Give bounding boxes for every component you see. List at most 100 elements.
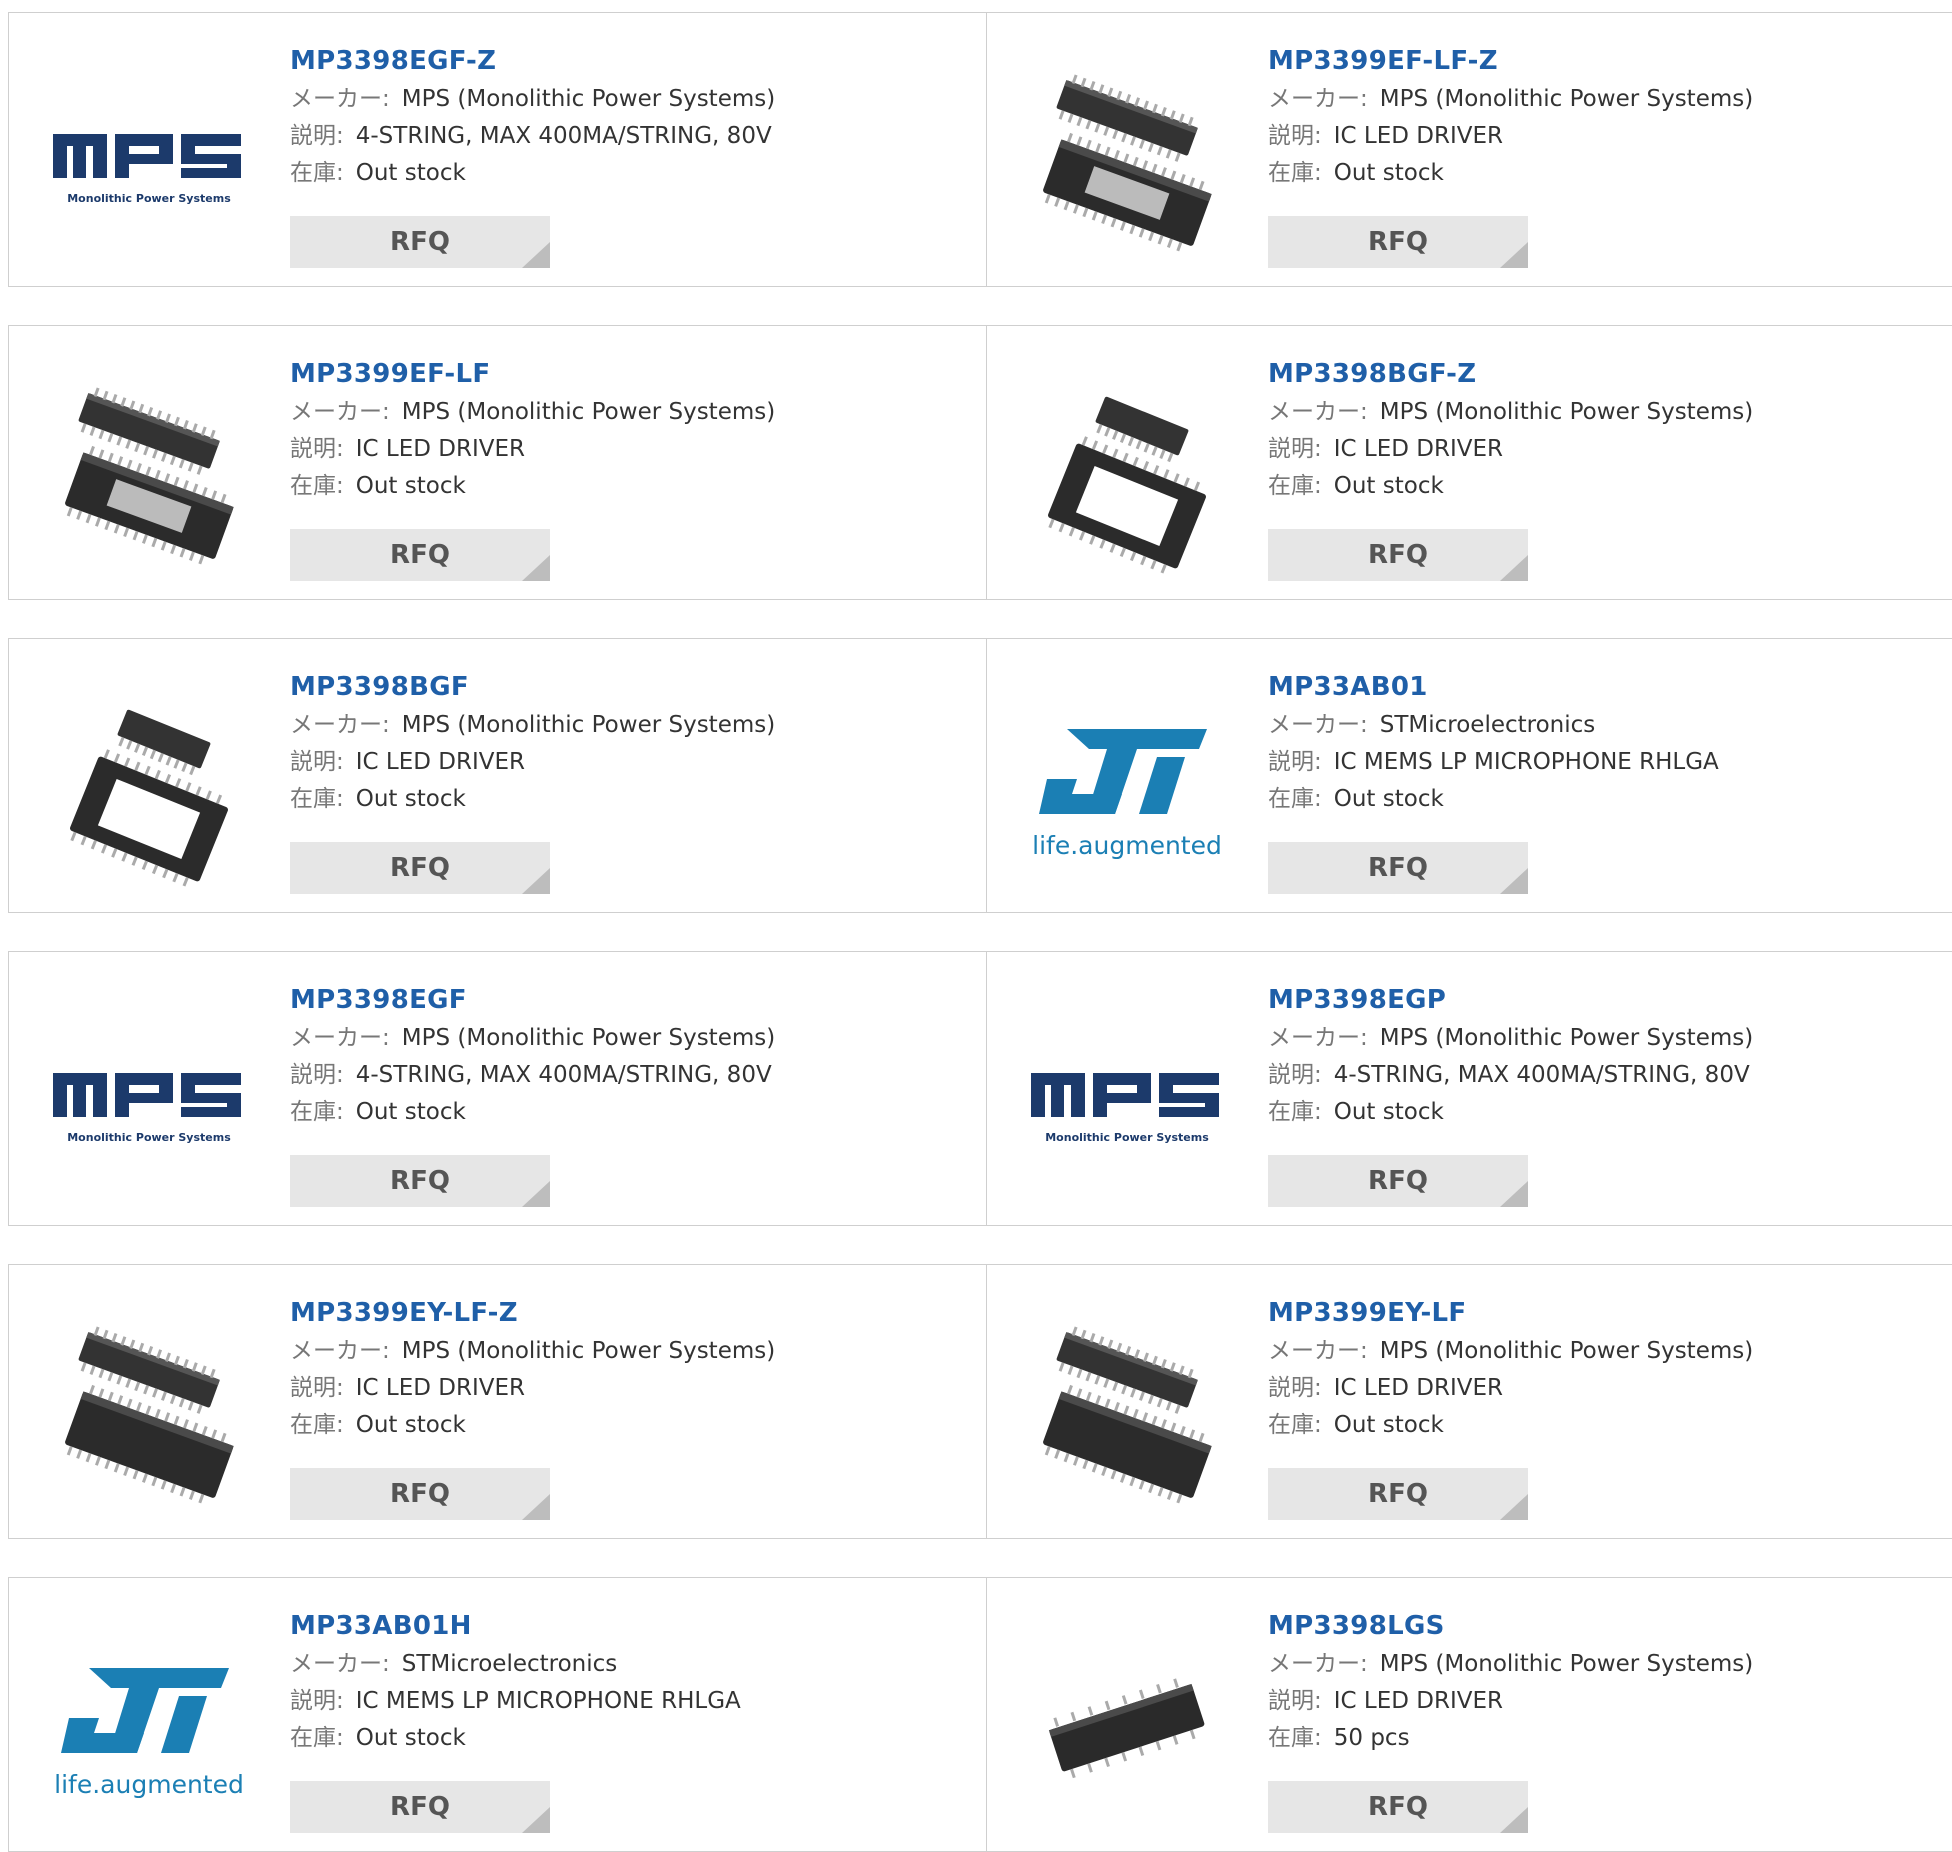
description-line: 説明: IC LED DRIVER — [290, 431, 775, 468]
rfq-button[interactable]: RFQ — [290, 216, 550, 268]
description-label: 説明: — [290, 1688, 344, 1714]
rfq-label: RFQ — [1368, 227, 1428, 257]
maker-label: メーカー: — [1268, 1025, 1368, 1051]
rfq-label: RFQ — [390, 1166, 450, 1196]
stock-line: 在庫: Out stock — [1268, 1094, 1753, 1131]
product-card: Monolithic Power Systems MP3398EGF メーカー:… — [8, 951, 987, 1226]
rfq-button[interactable]: RFQ — [290, 1468, 550, 1520]
corner-triangle-icon — [1500, 868, 1528, 894]
rfq-button[interactable]: RFQ — [1268, 1468, 1528, 1520]
product-name-link[interactable]: MP33AB01H — [290, 1606, 741, 1646]
product-card: Monolithic Power Systems MP3398EGP メーカー:… — [986, 951, 1952, 1226]
ssop-chip-icon[interactable] — [49, 1315, 249, 1515]
product-name-link[interactable]: MP3398LGS — [1268, 1606, 1753, 1646]
product-name-link[interactable]: MP3398BGF — [290, 667, 775, 707]
description-value: IC LED DRIVER — [1333, 123, 1503, 149]
maker-label: メーカー: — [290, 1651, 390, 1677]
rfq-button[interactable]: RFQ — [290, 1155, 550, 1207]
st-logo-text: life.augmented — [1032, 830, 1222, 860]
stock-value: Out stock — [1333, 473, 1444, 499]
mps-logo[interactable]: Monolithic Power Systems — [1027, 1002, 1227, 1202]
tssop-small-chip-icon[interactable] — [49, 689, 249, 889]
rfq-button[interactable]: RFQ — [1268, 1781, 1528, 1833]
rfq-button[interactable]: RFQ — [1268, 842, 1528, 894]
maker-line: メーカー: MPS (Monolithic Power Systems) — [1268, 81, 1753, 118]
description-line: 説明: IC MEMS LP MICROPHONE RHLGA — [1268, 744, 1719, 781]
product-row: MP3399EY-LF-Z メーカー: MPS (Monolithic Power… — [8, 1264, 1952, 1539]
description-line: 説明: 4-STRING, MAX 400MA/STRING, 80V — [1268, 1057, 1753, 1094]
mps-logo-text: Monolithic Power Systems — [1045, 1130, 1209, 1144]
stock-value: 50 pcs — [1333, 1725, 1410, 1751]
mps-logo[interactable]: Monolithic Power Systems — [49, 1002, 249, 1202]
maker-label: メーカー: — [290, 399, 390, 425]
rfq-button[interactable]: RFQ — [1268, 529, 1528, 581]
description-line: 説明: IC LED DRIVER — [290, 1370, 775, 1407]
description-label: 説明: — [290, 1375, 344, 1401]
product-name-link[interactable]: MP3398EGP — [1268, 980, 1753, 1020]
st-logo[interactable]: life.augmented — [1027, 689, 1227, 889]
product-row: life.augmented MP33AB01H メーカー: STMicroele… — [8, 1577, 1952, 1852]
corner-triangle-icon — [522, 1807, 550, 1833]
tssop-small-chip-icon[interactable] — [1027, 376, 1227, 576]
stock-line: 在庫: Out stock — [290, 781, 775, 818]
maker-value: MPS (Monolithic Power Systems) — [401, 1338, 776, 1364]
maker-label: メーカー: — [1268, 399, 1368, 425]
st-logo[interactable]: life.augmented — [49, 1628, 249, 1828]
product-card: MP3398LGS メーカー: MPS (Monolithic Power Sys… — [986, 1577, 1952, 1852]
stock-line: 在庫: Out stock — [290, 1720, 741, 1757]
ssop-chip-icon[interactable] — [1027, 1315, 1227, 1515]
soic-chip-icon[interactable] — [1027, 1628, 1227, 1828]
maker-line: メーカー: MPS (Monolithic Power Systems) — [290, 394, 775, 431]
description-line: 説明: IC LED DRIVER — [1268, 1683, 1753, 1720]
maker-value: MPS (Monolithic Power Systems) — [1379, 1025, 1754, 1051]
product-name-link[interactable]: MP3398EGF-Z — [290, 41, 775, 81]
mps-logo[interactable]: Monolithic Power Systems — [49, 63, 249, 263]
stock-value: Out stock — [355, 473, 466, 499]
product-name-link[interactable]: MP3399EY-LF-Z — [290, 1293, 775, 1333]
stock-label: 在庫: — [290, 786, 344, 812]
tssop-chip-icon[interactable] — [1027, 63, 1227, 263]
maker-value: MPS (Monolithic Power Systems) — [1379, 1651, 1754, 1677]
maker-label: メーカー: — [1268, 1338, 1368, 1364]
product-info: MP33AB01H メーカー: STMicroelectronics 説明: IC … — [290, 1606, 741, 1757]
product-name-link[interactable]: MP33AB01 — [1268, 667, 1719, 707]
stock-value: Out stock — [355, 1725, 466, 1751]
tssop-chip-icon[interactable] — [49, 376, 249, 576]
stock-line: 在庫: Out stock — [290, 468, 775, 505]
description-value: IC LED DRIVER — [1333, 1375, 1503, 1401]
rfq-button[interactable]: RFQ — [1268, 1155, 1528, 1207]
description-value: IC LED DRIVER — [1333, 436, 1503, 462]
product-name-link[interactable]: MP3398EGF — [290, 980, 775, 1020]
maker-value: MPS (Monolithic Power Systems) — [401, 399, 776, 425]
stock-label: 在庫: — [290, 1412, 344, 1438]
description-value: IC LED DRIVER — [355, 749, 525, 775]
st-logo-text: life.augmented — [54, 1769, 244, 1799]
product-name-link[interactable]: MP3398BGF-Z — [1268, 354, 1753, 394]
product-name-link[interactable]: MP3399EF-LF-Z — [1268, 41, 1753, 81]
rfq-label: RFQ — [1368, 853, 1428, 883]
stock-label: 在庫: — [290, 473, 344, 499]
maker-line: メーカー: MPS (Monolithic Power Systems) — [1268, 394, 1753, 431]
maker-value: MPS (Monolithic Power Systems) — [401, 86, 776, 112]
product-row: Monolithic Power Systems MP3398EGF メーカー:… — [8, 951, 1952, 1226]
rfq-button[interactable]: RFQ — [290, 1781, 550, 1833]
product-name-link[interactable]: MP3399EY-LF — [1268, 1293, 1753, 1333]
description-label: 説明: — [1268, 436, 1322, 462]
product-info: MP3399EF-LF-Z メーカー: MPS (Monolithic Power… — [1268, 41, 1753, 192]
stock-line: 在庫: 50 pcs — [1268, 1720, 1753, 1757]
description-label: 説明: — [1268, 1375, 1322, 1401]
maker-label: メーカー: — [290, 1025, 390, 1051]
product-card: Monolithic Power Systems MP3398EGF-Z メーカ… — [8, 12, 987, 287]
stock-label: 在庫: — [290, 1725, 344, 1751]
stock-line: 在庫: Out stock — [290, 155, 775, 192]
product-info: MP3398EGF メーカー: MPS (Monolithic Power Sys… — [290, 980, 775, 1131]
rfq-button[interactable]: RFQ — [290, 842, 550, 894]
corner-triangle-icon — [522, 242, 550, 268]
rfq-button[interactable]: RFQ — [1268, 216, 1528, 268]
stock-value: Out stock — [355, 1099, 466, 1125]
rfq-button[interactable]: RFQ — [290, 529, 550, 581]
description-label: 説明: — [1268, 1062, 1322, 1088]
maker-line: メーカー: MPS (Monolithic Power Systems) — [290, 707, 775, 744]
description-line: 説明: IC LED DRIVER — [1268, 431, 1753, 468]
product-name-link[interactable]: MP3399EF-LF — [290, 354, 775, 394]
